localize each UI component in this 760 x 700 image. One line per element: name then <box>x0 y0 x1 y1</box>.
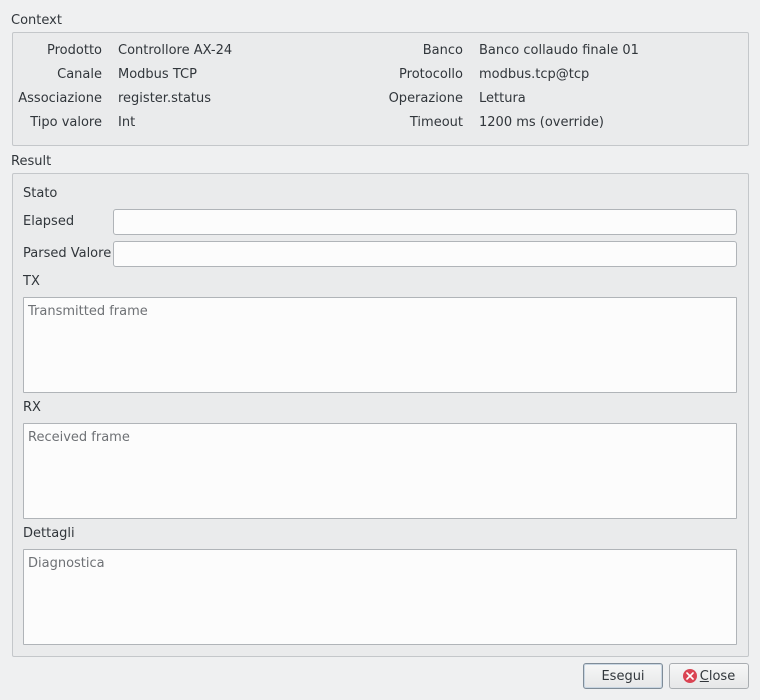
prodotto-value: Controllore AX-24 <box>118 43 233 58</box>
operazione-value: Lettura <box>479 91 526 106</box>
close-circle-icon <box>682 669 697 683</box>
protocollo-value: modbus.tcp@tcp <box>479 67 590 82</box>
context-title: Context <box>11 13 62 28</box>
close-button[interactable]: Close <box>669 663 749 689</box>
close-button-label: Close <box>700 669 735 684</box>
rx-frame-textarea[interactable] <box>23 423 737 519</box>
protocollo-label: Protocollo <box>399 67 463 82</box>
esegui-button-label: Esegui <box>601 668 645 684</box>
associazione-label: Associazione <box>18 91 102 106</box>
tx-label: TX <box>23 274 40 289</box>
elapsed-label: Elapsed <box>23 214 75 229</box>
parsed-valore-field[interactable] <box>113 241 737 267</box>
prodotto-label: Prodotto <box>47 43 102 58</box>
banco-value: Banco collaudo finale 01 <box>479 43 639 58</box>
dettagli-label: Dettagli <box>23 526 75 541</box>
result-title: Result <box>11 154 52 169</box>
parsed-valore-label: Parsed Valore <box>23 246 112 261</box>
close-mnemonic: C <box>699 668 709 684</box>
tipo-valore-label: Tipo valore <box>30 115 102 130</box>
canale-value: Modbus TCP <box>118 67 197 82</box>
stato-label: Stato <box>23 186 58 201</box>
rx-label: RX <box>23 400 41 415</box>
timeout-label: Timeout <box>409 115 463 130</box>
banco-label: Banco <box>422 43 463 58</box>
tx-frame-textarea[interactable] <box>23 297 737 393</box>
close-label-rest: lose <box>708 668 736 684</box>
canale-label: Canale <box>57 67 102 82</box>
operazione-label: Operazione <box>388 91 463 106</box>
timeout-value: 1200 ms (override) <box>479 115 604 130</box>
diagnostica-textarea[interactable] <box>23 549 737 645</box>
tipo-valore-value: Int <box>118 115 136 130</box>
esegui-button[interactable]: Esegui <box>583 663 663 689</box>
associazione-value: register.status <box>118 91 212 106</box>
elapsed-field[interactable] <box>113 209 737 235</box>
